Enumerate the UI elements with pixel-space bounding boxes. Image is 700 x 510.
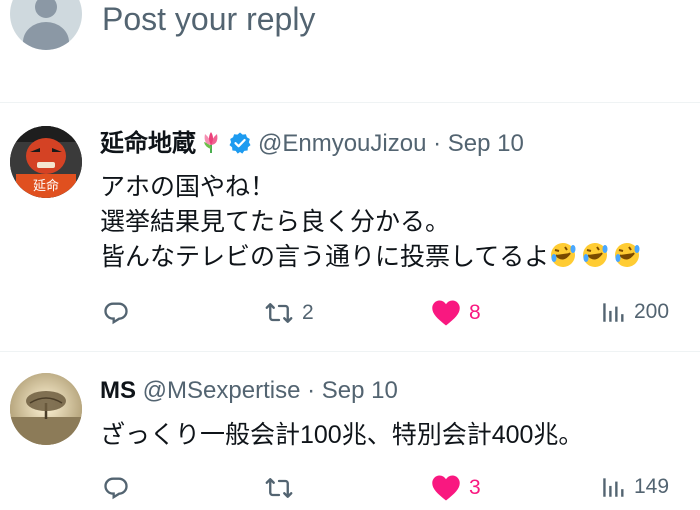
views-count: 200	[634, 300, 670, 323]
reply-composer: Post your reply	[0, 0, 700, 103]
tulip-icon	[198, 129, 224, 163]
reply-input[interactable]: Post your reply	[102, 0, 315, 38]
current-user-avatar	[10, 0, 82, 50]
tweet-header: MS @MSexpertise · Sep 10	[100, 376, 398, 406]
reply-icon	[104, 302, 128, 325]
repost-icon	[265, 478, 293, 498]
tweet-text: アホの国やね！ 選挙結果見てたら良く分かる。 皆んなテレビの言う通りに投票してる…	[100, 170, 645, 279]
tweet-header: 延命地蔵 @EnmyouJizou · Sep 10	[100, 129, 524, 163]
reply-button[interactable]	[102, 299, 130, 327]
repost-icon	[265, 303, 293, 323]
repost-button[interactable]	[264, 474, 294, 502]
reply-icon	[104, 477, 128, 500]
display-name[interactable]: MS	[100, 377, 136, 404]
heart-icon	[432, 300, 460, 326]
reply-tweet[interactable]: MS @MSexpertise · Sep 10 ざっくり一般会計100兆、特別…	[0, 352, 700, 510]
display-name[interactable]: 延命地蔵	[100, 130, 196, 157]
tweet-text-line: 皆んなテレビの言う通りに投票してるよ	[100, 240, 645, 279]
repost-button[interactable]: 2	[264, 299, 314, 327]
views-chart-icon	[603, 478, 624, 497]
repost-count: 2	[302, 301, 314, 324]
like-button[interactable]: 8	[431, 299, 481, 327]
user-handle[interactable]: @MSexpertise	[143, 377, 301, 404]
post-date[interactable]: Sep 10	[322, 377, 398, 404]
views-chart-icon	[603, 303, 624, 322]
like-count: 3	[469, 476, 481, 499]
views-button[interactable]: 149	[600, 474, 669, 500]
svg-text:延命: 延命	[33, 178, 59, 194]
views-count: 149	[634, 475, 670, 498]
tweet-text-line: 選挙結果見てたら良く分かる。	[100, 208, 451, 236]
avatar[interactable]	[10, 373, 82, 445]
like-button[interactable]: 3	[431, 474, 481, 502]
tweet-text-line: アホの国やね！	[100, 173, 276, 201]
separator-dot: ·	[433, 130, 442, 157]
tweet-text-line: ざっくり一般会計100兆、特別会計400兆。	[100, 421, 584, 449]
reply-button[interactable]	[102, 474, 130, 502]
post-date[interactable]: Sep 10	[448, 130, 524, 157]
tweet-text: ざっくり一般会計100兆、特別会計400兆。	[100, 418, 583, 453]
heart-icon	[432, 475, 460, 501]
like-count: 8	[469, 301, 481, 324]
verified-badge-icon	[228, 131, 252, 163]
user-handle[interactable]: @EnmyouJizou	[258, 130, 426, 157]
views-button[interactable]: 200	[600, 299, 669, 325]
reply-tweet[interactable]: 延命 延命地蔵 @EnmyouJizou · Sep 10 アホの国やね！ 選挙結…	[0, 103, 700, 352]
laughing-emoji-icon	[549, 241, 645, 279]
avatar[interactable]: 延命	[10, 126, 82, 198]
separator-dot: ·	[307, 377, 316, 404]
